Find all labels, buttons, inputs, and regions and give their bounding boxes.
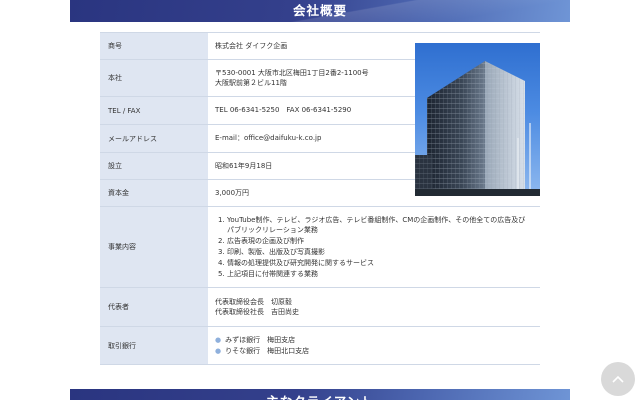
office-building-photo <box>415 43 540 196</box>
list-item: 3. 印刷、製版、出版及び写真撮影 <box>218 248 325 256</box>
row-label-tel: TEL / FAX <box>100 96 208 125</box>
list-item: ● みずほ銀行 梅田支店 <box>215 335 296 344</box>
row-label-email: メールアドレス <box>100 124 208 153</box>
business-list: 1. YouTube制作、テレビ、ラジオ広告、テレビ番組制作、CMの企画制作、その… <box>215 215 540 280</box>
section-header: 会社概要 <box>70 0 570 22</box>
row-label-founded: 設立 <box>100 152 208 180</box>
representative-line-1: 代表取締役会長 切原毅 <box>215 297 292 306</box>
list-item: 4. 情報の処理提供及び研究開発に関するサービス <box>218 258 374 267</box>
bullet-icon: ● <box>215 346 222 355</box>
row-label-representative: 代表者 <box>100 287 208 327</box>
table-row: 事業内容 1. YouTube制作、テレビ、ラジオ広告、テレビ番組制作、CMの企画… <box>100 206 540 288</box>
list-item: 5. 上記項目に付帯関連する業務 <box>218 269 318 278</box>
next-section-header: 主なクライアント <box>70 389 570 400</box>
row-label-business: 事業内容 <box>100 206 208 288</box>
bullet-icon: ● <box>215 335 222 344</box>
building-illustration <box>415 61 540 196</box>
table-row: 取引銀行 ● みずほ銀行 梅田支店 ● りそな銀行 梅田北口支店 <box>100 326 540 365</box>
business-value: 1. YouTube制作、テレビ、ラジオ広告、テレビ番組制作、CMの企画制作、その… <box>208 206 540 288</box>
table-row: 代表者 代表取締役会長 切原毅 代表取締役社長 吉田尚史 <box>100 287 540 327</box>
section-title: 会社概要 <box>292 3 347 18</box>
row-label-banks: 取引銀行 <box>100 326 208 365</box>
next-section-title: 主なクライアント <box>70 391 570 400</box>
row-label-address: 本社 <box>100 59 208 97</box>
bank-list: ● みずほ銀行 梅田支店 ● りそな銀行 梅田北口支店 <box>215 335 540 357</box>
row-label-name: 商号 <box>100 32 208 60</box>
row-label-capital: 資本金 <box>100 179 208 207</box>
banks-value: ● みずほ銀行 梅田支店 ● りそな銀行 梅田北口支店 <box>208 326 540 365</box>
list-item: ● りそな銀行 梅田北口支店 <box>215 346 310 355</box>
scroll-to-top-button[interactable] <box>601 362 635 396</box>
representative-line-2: 代表取締役社長 吉田尚史 <box>215 308 299 316</box>
list-item: 2. 広告表現の企画及び制作 <box>218 237 304 246</box>
chevron-up-icon <box>612 375 624 383</box>
representative-value: 代表取締役会長 切原毅 代表取締役社長 吉田尚史 <box>208 287 540 327</box>
list-item: 1. YouTube制作、テレビ、ラジオ広告、テレビ番組制作、CMの企画制作、その… <box>218 215 526 235</box>
